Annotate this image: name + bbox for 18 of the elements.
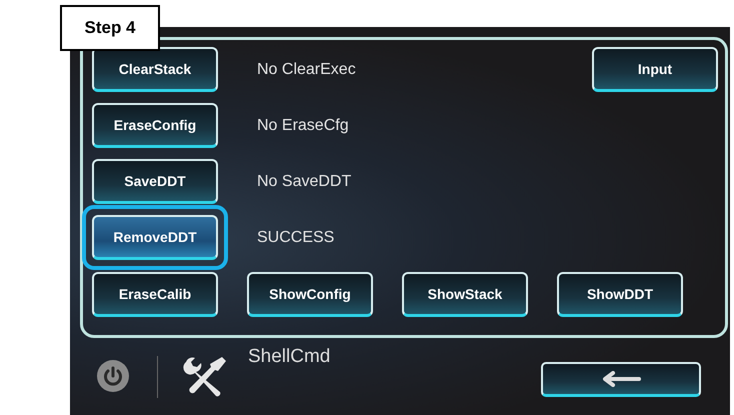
command-button[interactable]: ShowStack [402,272,528,317]
screen-title: ShellCmd [248,346,330,368]
command-button[interactable]: EraseCalib [92,272,218,317]
power-icon[interactable] [97,360,129,392]
step-label: Step 4 [60,5,160,51]
input-button[interactable]: Input [592,47,718,92]
command-button[interactable]: ShowConfig [247,272,373,317]
command-button[interactable]: SaveDDT [92,159,218,204]
status-text: No SaveDDT [257,172,352,190]
status-text: SUCCESS [257,228,334,246]
command-button[interactable]: ClearStack [92,47,218,92]
back-arrow-icon [601,371,641,387]
command-button[interactable]: EraseConfig [92,103,218,148]
command-button[interactable]: RemoveDDT [92,215,218,260]
status-text: No EraseCfg [257,116,349,134]
back-button[interactable] [541,362,701,397]
status-text: No ClearExec [257,60,356,78]
command-button[interactable]: ShowDDT [557,272,683,317]
